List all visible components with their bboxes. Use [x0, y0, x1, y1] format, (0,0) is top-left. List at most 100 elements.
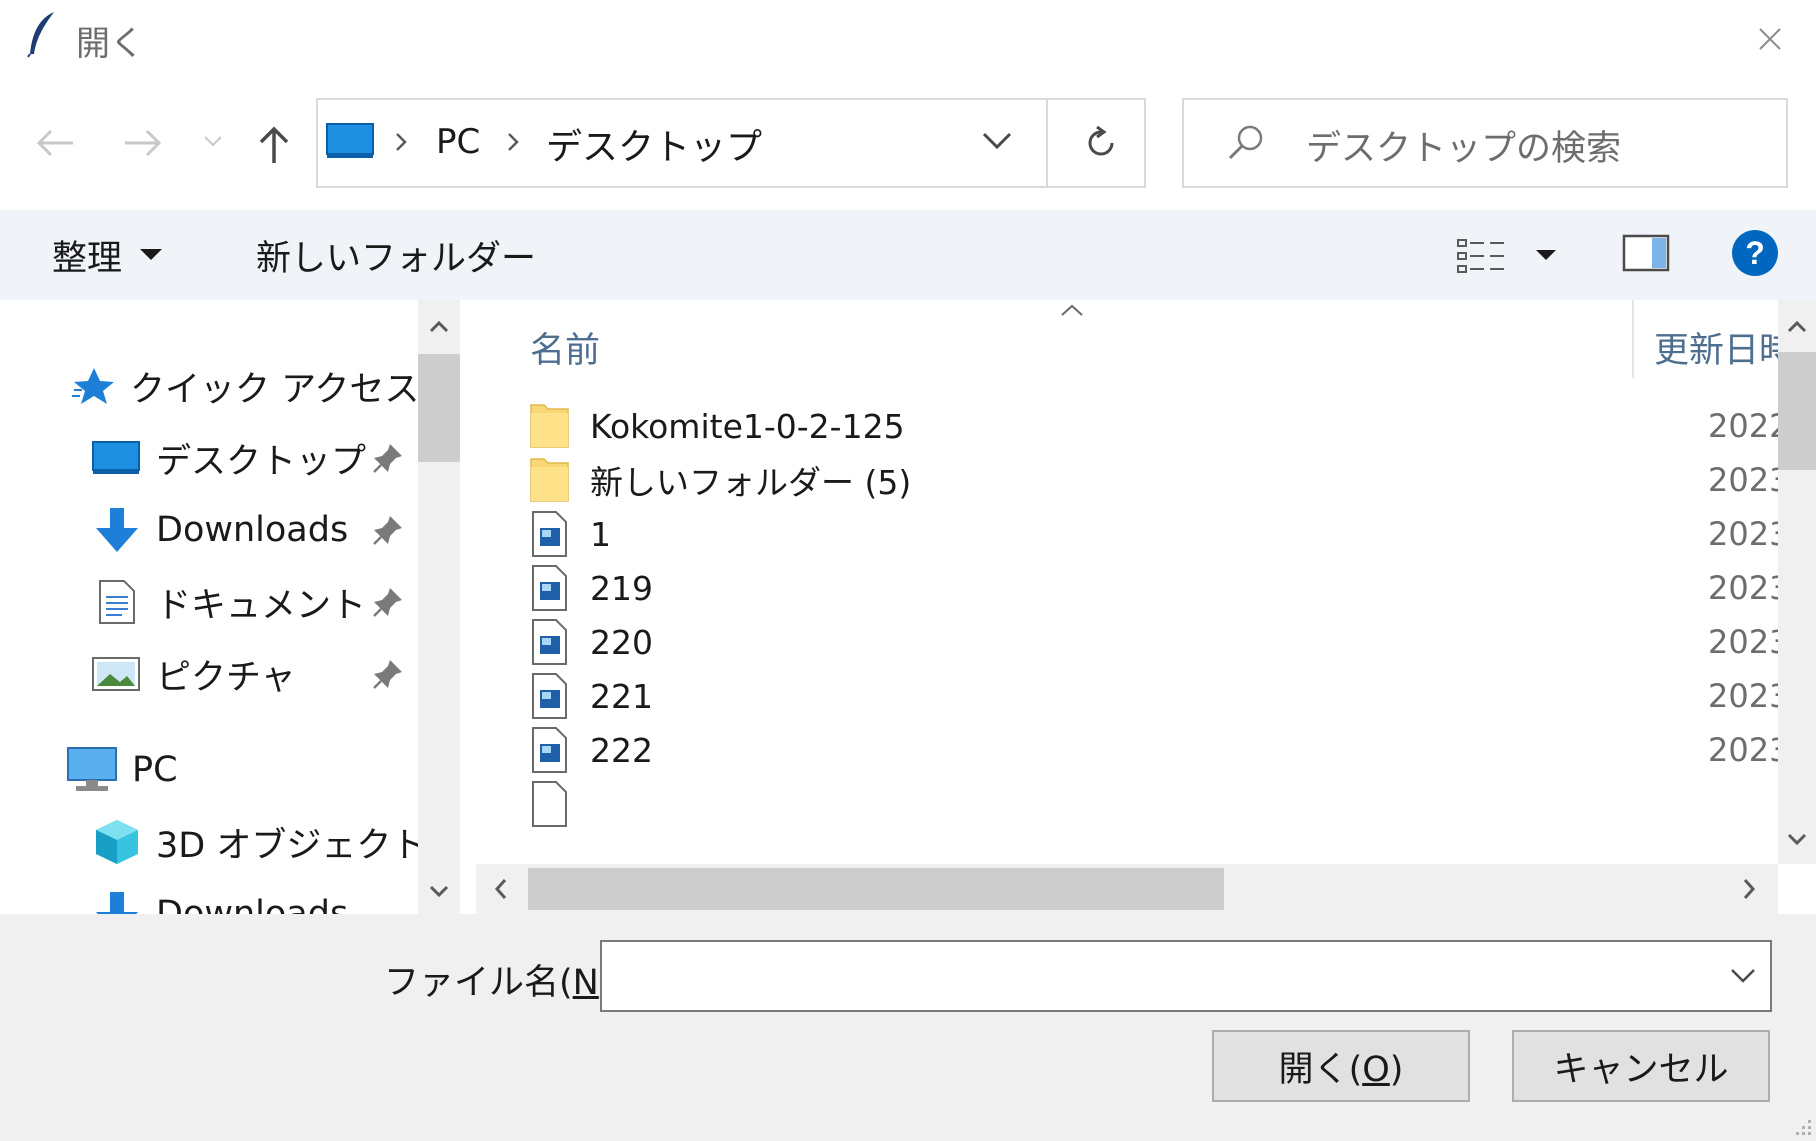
pin-icon[interactable]: [372, 658, 404, 694]
navigation-pane: クイック アクセス デスクトップ Downloads ドキュメント ピクチャ P…: [0, 300, 466, 914]
nav-item-downloads[interactable]: Downloads: [92, 500, 348, 560]
recent-locations-button[interactable]: [198, 126, 228, 156]
filename-input[interactable]: [600, 940, 1772, 1012]
new-folder-label: 新しいフォルダー: [256, 238, 537, 279]
caret-down-icon: [140, 249, 163, 260]
help-button[interactable]: ?: [1730, 228, 1780, 282]
file-date: 2022/09: [1708, 407, 1778, 445]
scroll-up-icon[interactable]: [429, 318, 449, 337]
file-name: Kokomite1-0-2-125: [590, 406, 905, 446]
cancel-button[interactable]: キャンセル: [1512, 1030, 1770, 1102]
view-options-button[interactable]: [1456, 234, 1566, 278]
text-file-icon: [532, 781, 567, 827]
breadcrumb-desktop[interactable]: デスクトップ: [546, 118, 762, 170]
pin-icon[interactable]: [372, 442, 404, 478]
folder-icon: [530, 458, 569, 502]
file-list: 名前 更新日時 Kokomite1-0-2-125 2022/09 新しいフォル…: [476, 300, 1778, 864]
file-list-vertical-scrollbar[interactable]: [1778, 300, 1816, 864]
nav-item-pc[interactable]: PC: [66, 740, 178, 800]
breadcrumb-pc[interactable]: PC: [436, 122, 480, 162]
nav-item-3d-objects[interactable]: 3D オブジェクト: [92, 812, 426, 872]
breadcrumb-chevron-icon: [394, 130, 408, 158]
address-dropdown-button[interactable]: [982, 132, 1012, 154]
image-file-icon: [532, 565, 567, 611]
filename-dropdown-button[interactable]: [1730, 968, 1756, 988]
chevron-down-icon: [204, 136, 222, 147]
nav-quick-access-label: クイック アクセス: [130, 369, 420, 410]
arrow-left-icon: [36, 129, 73, 157]
sort-indicator-icon: [1060, 302, 1084, 321]
nav-item-label: ピクチャ: [156, 657, 296, 698]
file-row[interactable]: 220 2023/06: [530, 614, 1778, 670]
close-icon: [1759, 28, 1781, 50]
file-date: 2023/06: [1708, 569, 1778, 607]
forward-button[interactable]: [118, 118, 168, 168]
file-date: 2023/06: [1708, 731, 1778, 769]
file-row[interactable]: Kokomite1-0-2-125 2022/09: [530, 398, 1778, 454]
scroll-right-icon[interactable]: [1742, 878, 1756, 904]
nav-item-label: Downloads: [156, 894, 349, 914]
dialog-footer: ファイル名(N): 開く(O) キャンセル: [0, 914, 1816, 1141]
search-icon: [1226, 122, 1268, 168]
back-button[interactable]: [30, 118, 80, 168]
nav-item-pc-downloads[interactable]: Downloads: [92, 884, 348, 914]
organize-button[interactable]: 整理: [52, 230, 163, 280]
column-header-name[interactable]: 名前: [530, 322, 600, 373]
up-button[interactable]: [252, 120, 296, 170]
details-view-icon: [1457, 239, 1556, 273]
nav-scroll-thumb[interactable]: [418, 354, 460, 462]
scroll-left-icon[interactable]: [494, 878, 508, 904]
file-date: 2023/06: [1708, 461, 1778, 499]
file-name: 219: [590, 568, 653, 608]
file-row-partial[interactable]: [530, 776, 1778, 832]
file-list-horizontal-scrollbar[interactable]: [476, 864, 1778, 914]
organize-label: 整理: [52, 238, 123, 279]
new-folder-button[interactable]: 新しいフォルダー: [256, 230, 536, 280]
image-file-icon: [532, 673, 567, 719]
refresh-icon: [1088, 125, 1114, 156]
file-name: 220: [590, 622, 653, 662]
search-box[interactable]: デスクトップの検索: [1182, 98, 1788, 188]
file-row[interactable]: 新しいフォルダー (5) 2023/06: [530, 452, 1778, 508]
scroll-down-icon[interactable]: [429, 882, 449, 901]
nav-item-pictures[interactable]: ピクチャ: [92, 644, 296, 704]
pin-icon[interactable]: [372, 586, 404, 622]
nav-item-desktop[interactable]: デスクトップ: [92, 428, 366, 488]
address-bar[interactable]: PC デスクトップ: [316, 98, 1146, 188]
column-header-date[interactable]: 更新日時: [1654, 322, 1778, 373]
file-row[interactable]: 1 2023/06: [530, 506, 1778, 562]
desktop-icon: [92, 441, 140, 474]
preview-pane-button[interactable]: [1622, 234, 1672, 278]
search-placeholder: デスクトップの検索: [1306, 129, 1622, 169]
download-arrow-icon: [96, 508, 138, 552]
nav-item-label: Downloads: [156, 510, 349, 550]
close-button[interactable]: [1742, 14, 1798, 64]
pin-icon[interactable]: [372, 514, 404, 550]
nav-item-documents[interactable]: ドキュメント: [92, 572, 366, 632]
file-vscroll-thumb[interactable]: [1778, 352, 1816, 470]
file-date: 2023/06: [1708, 677, 1778, 715]
nav-item-label: 3D オブジェクト: [156, 825, 427, 866]
file-name: 1: [590, 514, 611, 554]
help-icon: ?: [1732, 230, 1778, 276]
file-row[interactable]: 219 2023/06: [530, 560, 1778, 616]
open-button[interactable]: 開く(O): [1212, 1030, 1470, 1102]
nav-pane-scrollbar[interactable]: [418, 300, 460, 914]
file-row[interactable]: 222 2023/06: [530, 722, 1778, 778]
file-row[interactable]: 221 2023/06: [530, 668, 1778, 724]
column-divider[interactable]: [1632, 300, 1634, 378]
file-name: 新しいフォルダー (5): [590, 463, 912, 502]
scroll-up-icon[interactable]: [1787, 318, 1807, 337]
svg-text:?: ?: [1745, 235, 1765, 271]
file-name: 221: [590, 676, 653, 716]
refresh-button[interactable]: [1082, 124, 1120, 166]
chevron-down-icon: [982, 132, 1012, 150]
resize-grip-icon[interactable]: [1790, 1114, 1814, 1141]
file-date: 2023/06: [1708, 623, 1778, 661]
nav-quick-access[interactable]: クイック アクセス: [70, 356, 419, 416]
file-hscroll-thumb[interactable]: [528, 868, 1224, 910]
title-bar: 開く: [0, 0, 1816, 78]
file-date: 2023/06: [1708, 515, 1778, 553]
scroll-down-icon[interactable]: [1787, 830, 1807, 849]
star-icon: [72, 368, 114, 404]
